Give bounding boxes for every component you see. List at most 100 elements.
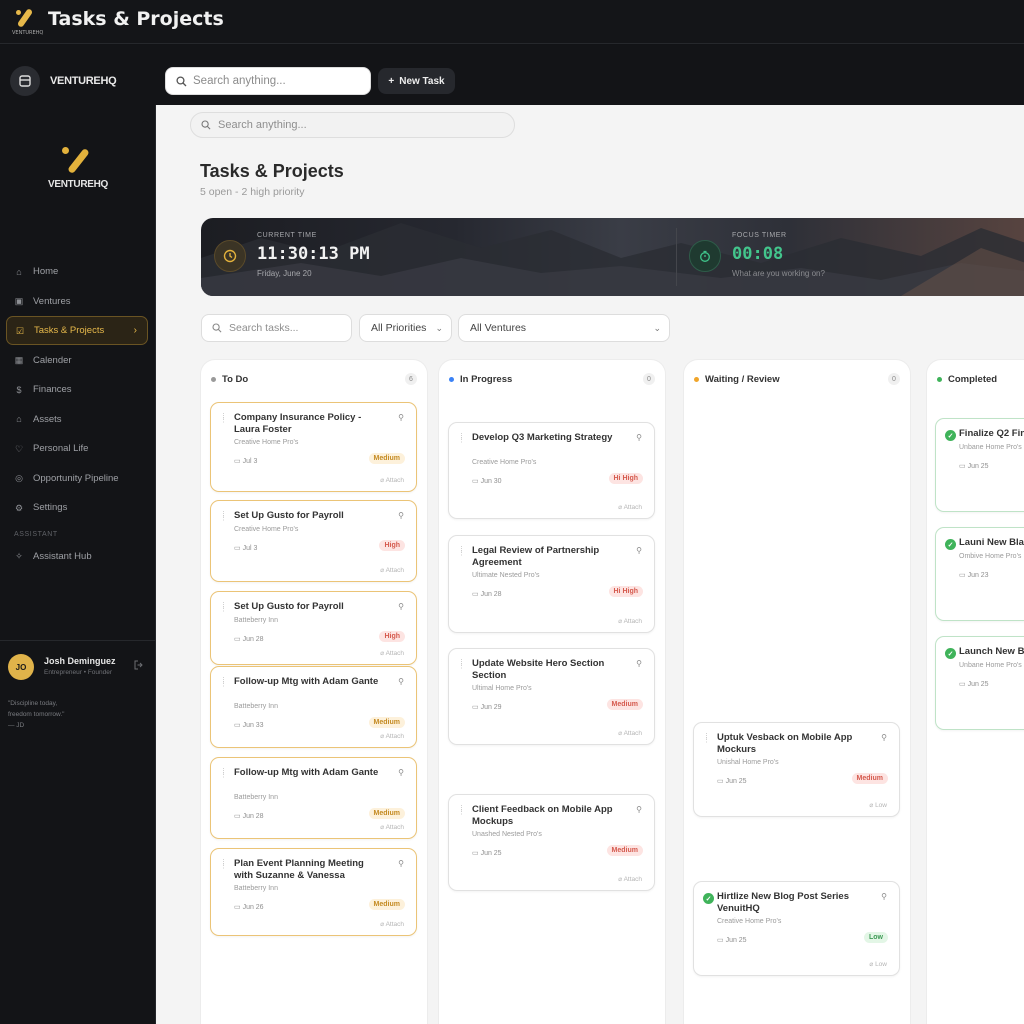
task-venture: Batteberry Inn (234, 885, 278, 892)
focus-prompt[interactable]: What are you working on? (732, 269, 825, 278)
drag-handle-icon[interactable]: ⋮ ⋮ (220, 413, 227, 424)
attachment-link[interactable]: ⌀ Attach (618, 875, 642, 883)
attachment-link[interactable]: ⌀ Attach (380, 566, 404, 574)
page-search-input[interactable]: Search anything... (190, 112, 515, 138)
drag-handle-icon[interactable]: ⋮ ⋮ (458, 659, 465, 670)
app-title: Tasks & Projects (48, 8, 224, 30)
due-date-text: Jun 23 (967, 571, 989, 579)
assignee-icon[interactable]: ⚲ (398, 859, 404, 868)
attachment-link[interactable]: ⌀ Attach (618, 503, 642, 511)
task-title: Launi New Bla Seport (959, 537, 1024, 548)
sidebar-item-calender[interactable]: ▦ Calender (6, 346, 148, 375)
sidebar-item-label: Tasks & Projects (34, 325, 105, 336)
attachment-link[interactable]: ⌀ Attach (380, 476, 404, 484)
task-card[interactable]: ⋮ ⋮ Uptuk Vesback on Mobile App Mockurs ⚲… (693, 722, 900, 817)
sidebar-item-home[interactable]: ⌂ Home (6, 257, 148, 286)
search-icon (201, 120, 211, 130)
task-card[interactable]: ✓ Finalize Q2 Fin Report Unbane Home Pro… (935, 418, 1024, 512)
logout-icon[interactable] (134, 660, 144, 670)
priority-filter-select[interactable]: All Priorities ⌄ (359, 314, 452, 342)
task-card[interactable]: ⋮ ⋮ Company Insurance Policy - Laura Fost… (210, 402, 417, 492)
task-card[interactable]: ⋮ ⋮ Set Up Gusto for Payroll ⚲ Batteberry… (210, 591, 417, 665)
attachment-link[interactable]: ⌀ Attach (380, 649, 404, 657)
task-due-date: ▭ Jun 28 (234, 812, 264, 820)
task-card[interactable]: ⋮ ⋮ Follow-up Mtg with Adam Gante ⚲ Batte… (210, 757, 417, 839)
calendar-icon: ▭ (717, 778, 726, 785)
assignee-icon[interactable]: ⚲ (636, 805, 642, 814)
assignee-icon[interactable]: ⚲ (636, 546, 642, 555)
task-title: Follow-up Mtg with Adam Gante (234, 676, 379, 687)
due-date-text: Jun 25 (725, 937, 747, 944)
column-count-badge: 0 (888, 373, 900, 385)
task-card[interactable]: ⋮ ⋮ Develop Q3 Marketing Strategy ⚲ Creat… (448, 422, 655, 519)
sidebar-item-assets[interactable]: ⌂ Assets (6, 405, 148, 434)
venture-filter-select[interactable]: All Ventures ⌄ (458, 314, 670, 342)
task-card[interactable]: ⋮ ⋮ Follow-up Mtg with Adam Gante ⚲ Batte… (210, 666, 417, 748)
assignee-icon[interactable]: ⚲ (398, 602, 404, 611)
task-card[interactable]: ✓ Launi New Bla Seport Ombive Home Pro's… (935, 527, 1024, 621)
check-circle-icon[interactable]: ✓ (945, 430, 956, 441)
task-card[interactable]: ⋮ ⋮ Update Website Hero Section Section ⚲… (448, 648, 655, 745)
drag-handle-icon[interactable]: ⋮ ⋮ (458, 546, 465, 557)
column-header: Completed (937, 370, 1024, 388)
attachment-link[interactable]: ⌀ Attach (380, 732, 404, 740)
sidebar-item-finances[interactable]: $ Finances (6, 375, 148, 404)
task-card[interactable]: ✓ Launch New B Reprerectivel Unbane Home… (935, 636, 1024, 730)
assignee-icon[interactable]: ⚲ (398, 413, 404, 422)
drag-handle-icon[interactable]: ⋮ ⋮ (220, 511, 227, 522)
assignee-icon[interactable]: ⚲ (636, 433, 642, 442)
drag-handle-icon[interactable]: ⋮ ⋮ (220, 768, 227, 779)
check-circle-icon[interactable]: ✓ (945, 648, 956, 659)
task-card[interactable]: ⋮ ⋮ Plan Event Planning Meeting with Suza… (210, 848, 417, 936)
column-title: In Progress (460, 373, 513, 385)
drag-handle-icon[interactable]: ⋮ ⋮ (220, 677, 227, 688)
drag-handle-icon[interactable]: ⋮ ⋮ (220, 602, 227, 613)
attachment-link[interactable]: ⌀ Low (869, 801, 887, 809)
task-search-input[interactable]: Search tasks... (201, 314, 352, 342)
app-logo: VENTUREHQ (12, 6, 43, 36)
task-card[interactable]: ⋮ ⋮ Client Feedback on Mobile App Mockups… (448, 794, 655, 891)
global-search-input[interactable]: Search anything... (165, 67, 371, 95)
main-content: Search anything... Tasks & Projects 5 op… (156, 105, 1024, 1024)
task-venture: Creative Home Pro's (234, 525, 299, 533)
calendar-icon: ▭ (234, 635, 243, 643)
assignee-icon[interactable]: ⚲ (398, 677, 404, 686)
attachment-link[interactable]: ⌀ Attach (380, 823, 404, 831)
check-circle-icon[interactable]: ✓ (945, 539, 956, 550)
task-card[interactable]: ⋮ ⋮ Legal Review of Partnership Agreement… (448, 535, 655, 633)
task-due-date: ▭ Jun 25 (959, 462, 989, 470)
drag-handle-icon[interactable]: ⋮ ⋮ (458, 805, 465, 816)
sidebar-item-opportunity-pipeline[interactable]: ◎ Opportunity Pipeline (6, 464, 148, 493)
new-task-button[interactable]: + New Task (378, 68, 455, 94)
avatar[interactable]: JO (8, 654, 34, 680)
sidebar-item-ventures[interactable]: ▣ Ventures (6, 287, 148, 316)
task-title: Follow-up Mtg with Adam Gante (234, 767, 379, 778)
task-due-date: ▭ Jul 3 (234, 457, 257, 465)
attachment-link[interactable]: ⌀ Attach (618, 729, 642, 737)
attachment-link[interactable]: ⌀ Attach (380, 920, 404, 928)
timer-icon[interactable] (689, 240, 721, 272)
drag-handle-icon[interactable]: ⋮ ⋮ (220, 859, 227, 870)
assignee-icon[interactable]: ⚲ (881, 892, 887, 901)
task-card[interactable]: ⋮ ⋮ Set Up Gusto for Payroll ⚲ Creative H… (210, 500, 417, 582)
drag-handle-icon[interactable]: ⋮ ⋮ (458, 433, 465, 444)
new-task-label: New Task (399, 75, 445, 87)
task-venture: Unbane Home Pro's (959, 661, 1022, 669)
sidebar-item-assistant-hub[interactable]: ✧ Assistant Hub (6, 542, 148, 571)
due-date-text: Jun 29 (480, 704, 502, 711)
attachment-link[interactable]: ⌀ Low (869, 960, 887, 968)
sidebar-item-tasks-projects[interactable]: ☑ Tasks & Projects › (6, 316, 148, 345)
sidebar-item-settings[interactable]: ⚙ Settings (6, 493, 148, 522)
drag-handle-icon[interactable]: ⋮ ⋮ (703, 733, 710, 744)
assignee-icon[interactable]: ⚲ (636, 659, 642, 668)
check-circle-icon[interactable]: ✓ (703, 893, 714, 904)
attachment-link[interactable]: ⌀ Attach (618, 617, 642, 625)
task-card[interactable]: ✓ Hirtlize New Blog Post Series VenuitHQ… (693, 881, 900, 976)
status-dot (694, 376, 699, 382)
task-title: Launch New B Reprerectivel (959, 646, 1024, 657)
assignee-icon[interactable]: ⚲ (398, 768, 404, 777)
assignee-icon[interactable]: ⚲ (881, 733, 887, 742)
workspace-brand[interactable]: VENTUREHQ (10, 66, 117, 96)
sidebar-item-personal-life[interactable]: ♡ Personal Life (6, 434, 148, 463)
assignee-icon[interactable]: ⚲ (398, 511, 404, 520)
